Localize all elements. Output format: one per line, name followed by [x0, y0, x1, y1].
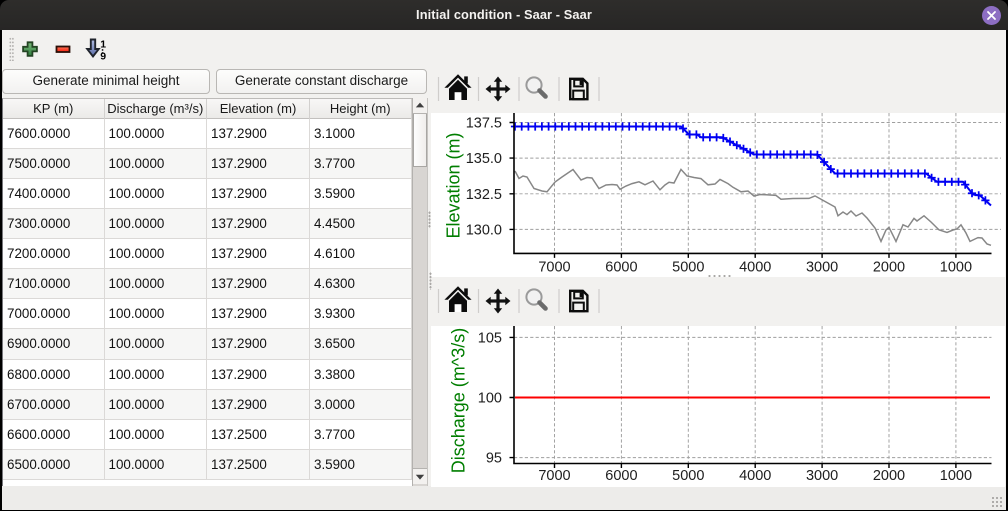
svg-text:7000: 7000 [538, 260, 570, 276]
svg-text:Elevation (m): Elevation (m) [444, 132, 464, 238]
svg-text:135.0: 135.0 [466, 151, 502, 167]
svg-text:7000: 7000 [538, 468, 570, 484]
svg-text:130.0: 130.0 [466, 222, 502, 238]
svg-text:95: 95 [486, 451, 502, 467]
svg-text:1: 1 [100, 39, 106, 51]
svg-text:3000: 3000 [806, 260, 838, 276]
svg-text:137.5: 137.5 [466, 116, 502, 132]
svg-text:3000: 3000 [806, 468, 838, 484]
svg-text:1000: 1000 [940, 260, 972, 276]
svg-text:5000: 5000 [672, 468, 704, 484]
svg-text:105: 105 [478, 330, 502, 346]
svg-text:1000: 1000 [940, 468, 972, 484]
svg-text:4000: 4000 [739, 468, 771, 484]
svg-text:6000: 6000 [605, 468, 637, 484]
svg-text:2000: 2000 [873, 260, 905, 276]
svg-text:Discharge (m^3/s): Discharge (m^3/s) [449, 328, 469, 473]
svg-text:4000: 4000 [739, 260, 771, 276]
svg-text:100: 100 [478, 391, 502, 407]
svg-text:132.5: 132.5 [466, 187, 502, 203]
svg-text:2000: 2000 [873, 468, 905, 484]
svg-text:6000: 6000 [605, 260, 637, 276]
svg-text:5000: 5000 [672, 260, 704, 276]
